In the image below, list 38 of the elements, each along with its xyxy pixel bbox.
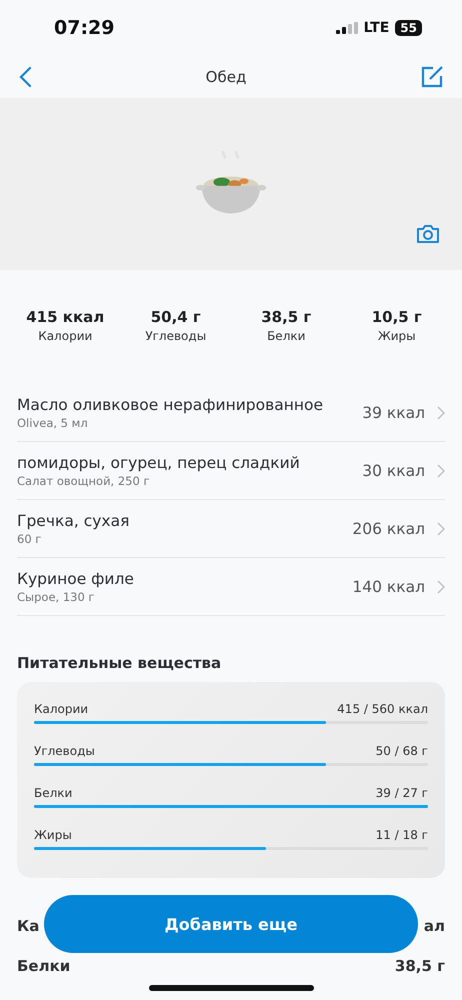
network-label: LTE [364, 20, 390, 36]
total-value: 415 ккал [26, 308, 104, 326]
chevron-icon [437, 580, 445, 594]
chevron-icon [437, 406, 445, 420]
page-title: Обед [206, 68, 246, 86]
food-item[interactable]: Масло оливковое нерафинированное Olivea, 5 мл 39 ккал [17, 384, 445, 442]
summary-label: Ка [17, 917, 40, 935]
nutrient-label: Углеводы [34, 744, 95, 758]
status-time: 07:29 [54, 17, 114, 39]
food-item[interactable]: помидоры, огурец, перец сладкий Салат овощной, 250 г 30 ккал [17, 442, 445, 500]
total-value: 50,4 г [150, 308, 201, 326]
battery-level: 55 [395, 20, 422, 36]
total-label: Белки [267, 329, 306, 343]
total-value: 38,5 г [261, 308, 312, 326]
section-title: Питательные вещества [17, 654, 222, 672]
nutrient-label: Калории [34, 702, 88, 716]
total-label: Углеводы [145, 329, 206, 343]
chevron-icon [437, 522, 445, 536]
nutrient-reading: 415 / 560 ккал [337, 702, 428, 716]
summary-value: ал [424, 917, 445, 935]
food-item[interactable]: Гречка, сухая 60 г 206 ккал [17, 500, 445, 558]
signal-icon [336, 22, 358, 34]
nutrient-label: Жиры [34, 828, 72, 842]
camera-button[interactable] [416, 224, 440, 244]
nutrient-reading: 39 / 27 г [376, 786, 428, 800]
back-button[interactable] [18, 66, 32, 88]
chevron-icon [437, 464, 445, 478]
nutrient-reading: 50 / 68 г [376, 744, 428, 758]
total-value: 10,5 г [372, 308, 422, 326]
edit-button[interactable] [420, 65, 444, 89]
total-label: Жиры [378, 329, 416, 343]
summary-value: 38,5 г [394, 957, 445, 975]
add-more-button[interactable]: Добавить еще [44, 895, 418, 953]
total-label: Калории [38, 329, 92, 343]
nutrient-label: Белки [34, 786, 72, 800]
summary-label: Белки [17, 957, 70, 975]
nutrient-reading: 11 / 18 г [376, 828, 428, 842]
food-item[interactable]: Куриное филе Сырое, 130 г 140 ккал [17, 558, 445, 616]
